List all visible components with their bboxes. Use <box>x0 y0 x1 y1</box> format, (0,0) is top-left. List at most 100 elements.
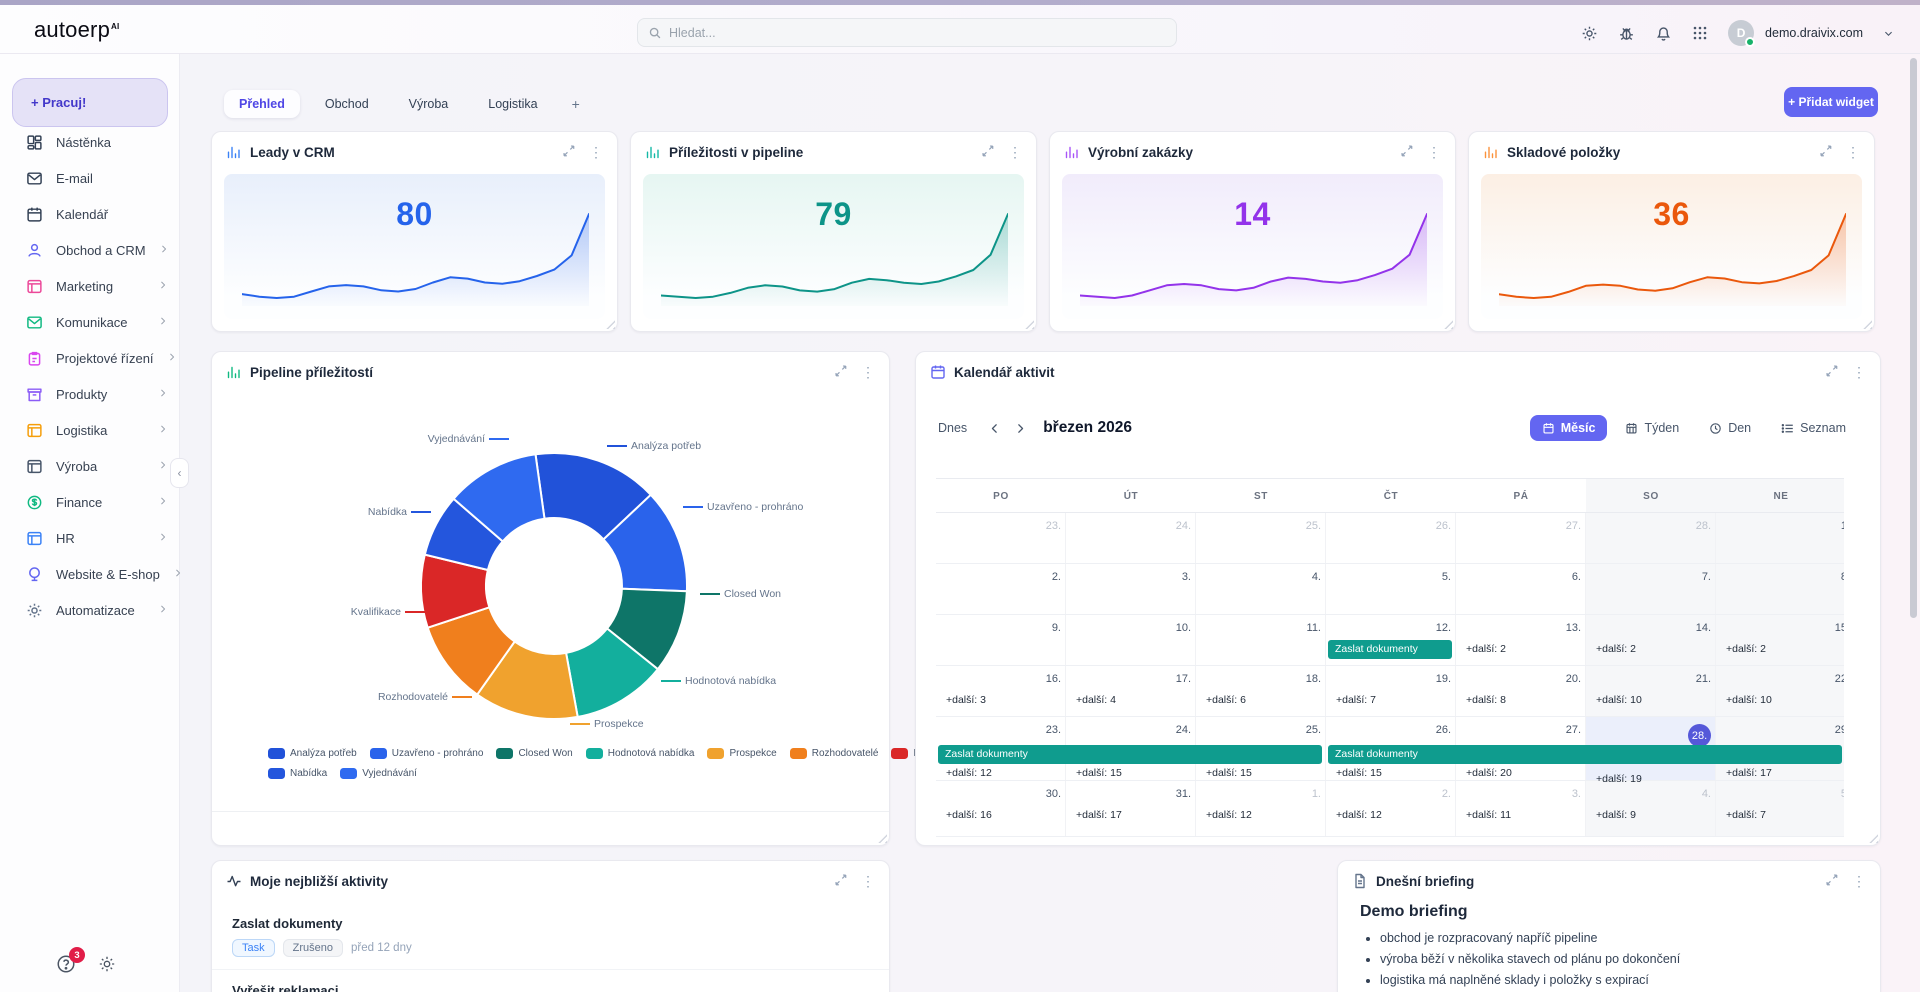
legend-item[interactable]: Prospekce <box>707 748 776 759</box>
kebab-menu-icon[interactable]: ⋮ <box>1008 145 1022 159</box>
calendar-day-cell[interactable]: 16.+další: 3 <box>936 666 1066 716</box>
sidebar-item-website-e-shop[interactable]: Website & E-shop <box>0 556 180 592</box>
calendar-day-cell[interactable]: 13.+další: 2 <box>1456 615 1586 665</box>
sidebar-item-projektov-zen-[interactable]: Projektové řízení <box>0 340 180 376</box>
calendar-day-cell[interactable]: 22.+další: 10 <box>1716 666 1844 716</box>
sidebar-settings-icon[interactable] <box>98 955 116 973</box>
more-events-link[interactable]: +další: 20 <box>1466 767 1512 779</box>
calendar-event-chip[interactable]: Zaslat dokumenty <box>1328 745 1842 764</box>
view-button-měsíc[interactable]: Měsíc <box>1530 415 1608 441</box>
kebab-menu-icon[interactable]: ⋮ <box>1852 874 1866 888</box>
kebab-menu-icon[interactable]: ⋮ <box>1846 145 1860 159</box>
calendar-day-cell[interactable]: 26. <box>1326 513 1456 563</box>
more-events-link[interactable]: +další: 9 <box>1596 809 1636 821</box>
more-events-link[interactable]: +další: 11 <box>1466 809 1511 821</box>
pracuj-cta-button[interactable]: + Pracuj! <box>12 78 168 127</box>
calendar-day-cell[interactable]: 28. <box>1586 513 1716 563</box>
calendar-day-cell[interactable]: 27. <box>1456 513 1586 563</box>
expand-icon[interactable] <box>835 365 849 379</box>
help-button[interactable]: 3 <box>56 954 76 974</box>
more-events-link[interactable]: +další: 2 <box>1596 643 1636 655</box>
tab-add[interactable]: + <box>563 89 589 119</box>
more-events-link[interactable]: +další: 2 <box>1466 643 1506 655</box>
resize-handle[interactable] <box>1023 318 1034 329</box>
calendar-day-cell[interactable]: 17.+další: 4 <box>1066 666 1196 716</box>
resize-handle[interactable] <box>1861 318 1872 329</box>
resize-handle[interactable] <box>604 318 615 329</box>
calendar-day-cell[interactable]: 14.+další: 2 <box>1586 615 1716 665</box>
more-events-link[interactable]: +další: 16 <box>946 809 992 821</box>
kebab-menu-icon[interactable]: ⋮ <box>1852 365 1866 379</box>
account-name[interactable]: demo.draivix.com <box>1765 26 1863 40</box>
calendar-day-cell[interactable]: 15.+další: 2 <box>1716 615 1844 665</box>
resize-handle[interactable] <box>1442 318 1453 329</box>
calendar-day-cell[interactable]: 20.+další: 8 <box>1456 666 1586 716</box>
legend-item[interactable]: Hodnotová nabídka <box>586 748 695 759</box>
calendar-day-cell[interactable]: 4. <box>1196 564 1326 614</box>
more-events-link[interactable]: +další: 2 <box>1726 643 1766 655</box>
more-events-link[interactable]: +další: 7 <box>1726 809 1766 821</box>
sidebar-item-logistika[interactable]: Logistika <box>0 412 180 448</box>
more-events-link[interactable]: +další: 15 <box>1076 767 1122 779</box>
kebab-menu-icon[interactable]: ⋮ <box>861 365 875 379</box>
calendar-day-cell[interactable]: 9. <box>936 615 1066 665</box>
calendar-day-cell[interactable]: 24. <box>1066 513 1196 563</box>
calendar-event-chip[interactable]: Zaslat dokumenty <box>1328 640 1452 659</box>
calendar-day-cell[interactable]: 7. <box>1586 564 1716 614</box>
app-logo[interactable]: autoerpAI <box>34 17 119 43</box>
sidebar-item-komunikace[interactable]: Komunikace <box>0 304 180 340</box>
page-scrollbar-thumb[interactable] <box>1910 58 1917 618</box>
legend-item[interactable]: Nabídka <box>268 768 327 779</box>
calendar-day-cell[interactable]: 1. <box>1716 513 1844 563</box>
kebab-menu-icon[interactable]: ⋮ <box>589 145 603 159</box>
more-events-link[interactable]: +další: 15 <box>1206 767 1252 779</box>
more-events-link[interactable]: +další: 7 <box>1336 694 1376 706</box>
calendar-day-cell[interactable]: 5. <box>1326 564 1456 614</box>
today-button[interactable]: Dnes <box>938 421 967 435</box>
more-events-link[interactable]: +další: 10 <box>1596 694 1642 706</box>
more-events-link[interactable]: +další: 10 <box>1726 694 1772 706</box>
more-events-link[interactable]: +další: 12 <box>1206 809 1252 821</box>
calendar-day-cell[interactable]: 1.+další: 12 <box>1196 781 1326 836</box>
calendar-day-cell[interactable]: 10. <box>1066 615 1196 665</box>
calendar-day-cell[interactable]: 11. <box>1196 615 1326 665</box>
sidebar-item-produkty[interactable]: Produkty <box>0 376 180 412</box>
settings-icon[interactable] <box>1580 24 1598 42</box>
more-events-link[interactable]: +další: 12 <box>1336 809 1382 821</box>
calendar-day-cell[interactable]: 2. <box>936 564 1066 614</box>
calendar-day-cell[interactable]: 5.+další: 7 <box>1716 781 1844 836</box>
legend-item[interactable]: Vyjednávání <box>340 768 417 779</box>
account-chevron-down-icon[interactable] <box>1882 24 1894 42</box>
sidebar-item-automatizace[interactable]: Automatizace <box>0 592 180 628</box>
sidebar-item-e-mail[interactable]: E-mail <box>0 160 180 196</box>
activity-item[interactable]: Zaslat dokumentyTaskZrušenopřed 12 dny <box>212 903 889 970</box>
next-month-icon[interactable] <box>1007 415 1033 441</box>
more-events-link[interactable]: +další: 15 <box>1336 767 1382 779</box>
resize-handle[interactable] <box>1867 832 1878 843</box>
calendar-day-cell[interactable]: 18.+další: 6 <box>1196 666 1326 716</box>
legend-item[interactable]: Analýza potřeb <box>268 748 357 759</box>
tab-logistika[interactable]: Logistika <box>473 90 552 118</box>
calendar-day-cell[interactable]: 3.+další: 11 <box>1456 781 1586 836</box>
expand-icon[interactable] <box>982 145 996 159</box>
expand-icon[interactable] <box>1826 874 1840 888</box>
calendar-day-cell[interactable]: 2.+další: 12 <box>1326 781 1456 836</box>
sidebar-item-obchod-a-crm[interactable]: Obchod a CRM <box>0 232 180 268</box>
more-events-link[interactable]: +další: 17 <box>1726 767 1772 779</box>
calendar-day-cell[interactable]: 30.+další: 16 <box>936 781 1066 836</box>
more-events-link[interactable]: +další: 3 <box>946 694 986 706</box>
view-button-seznam[interactable]: Seznam <box>1769 415 1858 441</box>
notifications-bell-icon[interactable] <box>1654 24 1672 42</box>
sidebar-item-finance[interactable]: Finance <box>0 484 180 520</box>
tab-výroba[interactable]: Výroba <box>394 90 464 118</box>
calendar-day-cell[interactable]: 31.+další: 17 <box>1066 781 1196 836</box>
calendar-day-cell[interactable]: 6. <box>1456 564 1586 614</box>
calendar-day-cell[interactable]: 4.+další: 9 <box>1586 781 1716 836</box>
calendar-day-cell[interactable]: 19.+další: 7 <box>1326 666 1456 716</box>
calendar-event-chip[interactable]: Zaslat dokumenty <box>938 745 1322 764</box>
more-events-link[interactable]: +další: 8 <box>1466 694 1506 706</box>
expand-icon[interactable] <box>1820 145 1834 159</box>
kebab-menu-icon[interactable]: ⋮ <box>861 874 875 888</box>
sidebar-item-v-roba[interactable]: Výroba <box>0 448 180 484</box>
user-avatar[interactable]: D <box>1728 20 1754 46</box>
